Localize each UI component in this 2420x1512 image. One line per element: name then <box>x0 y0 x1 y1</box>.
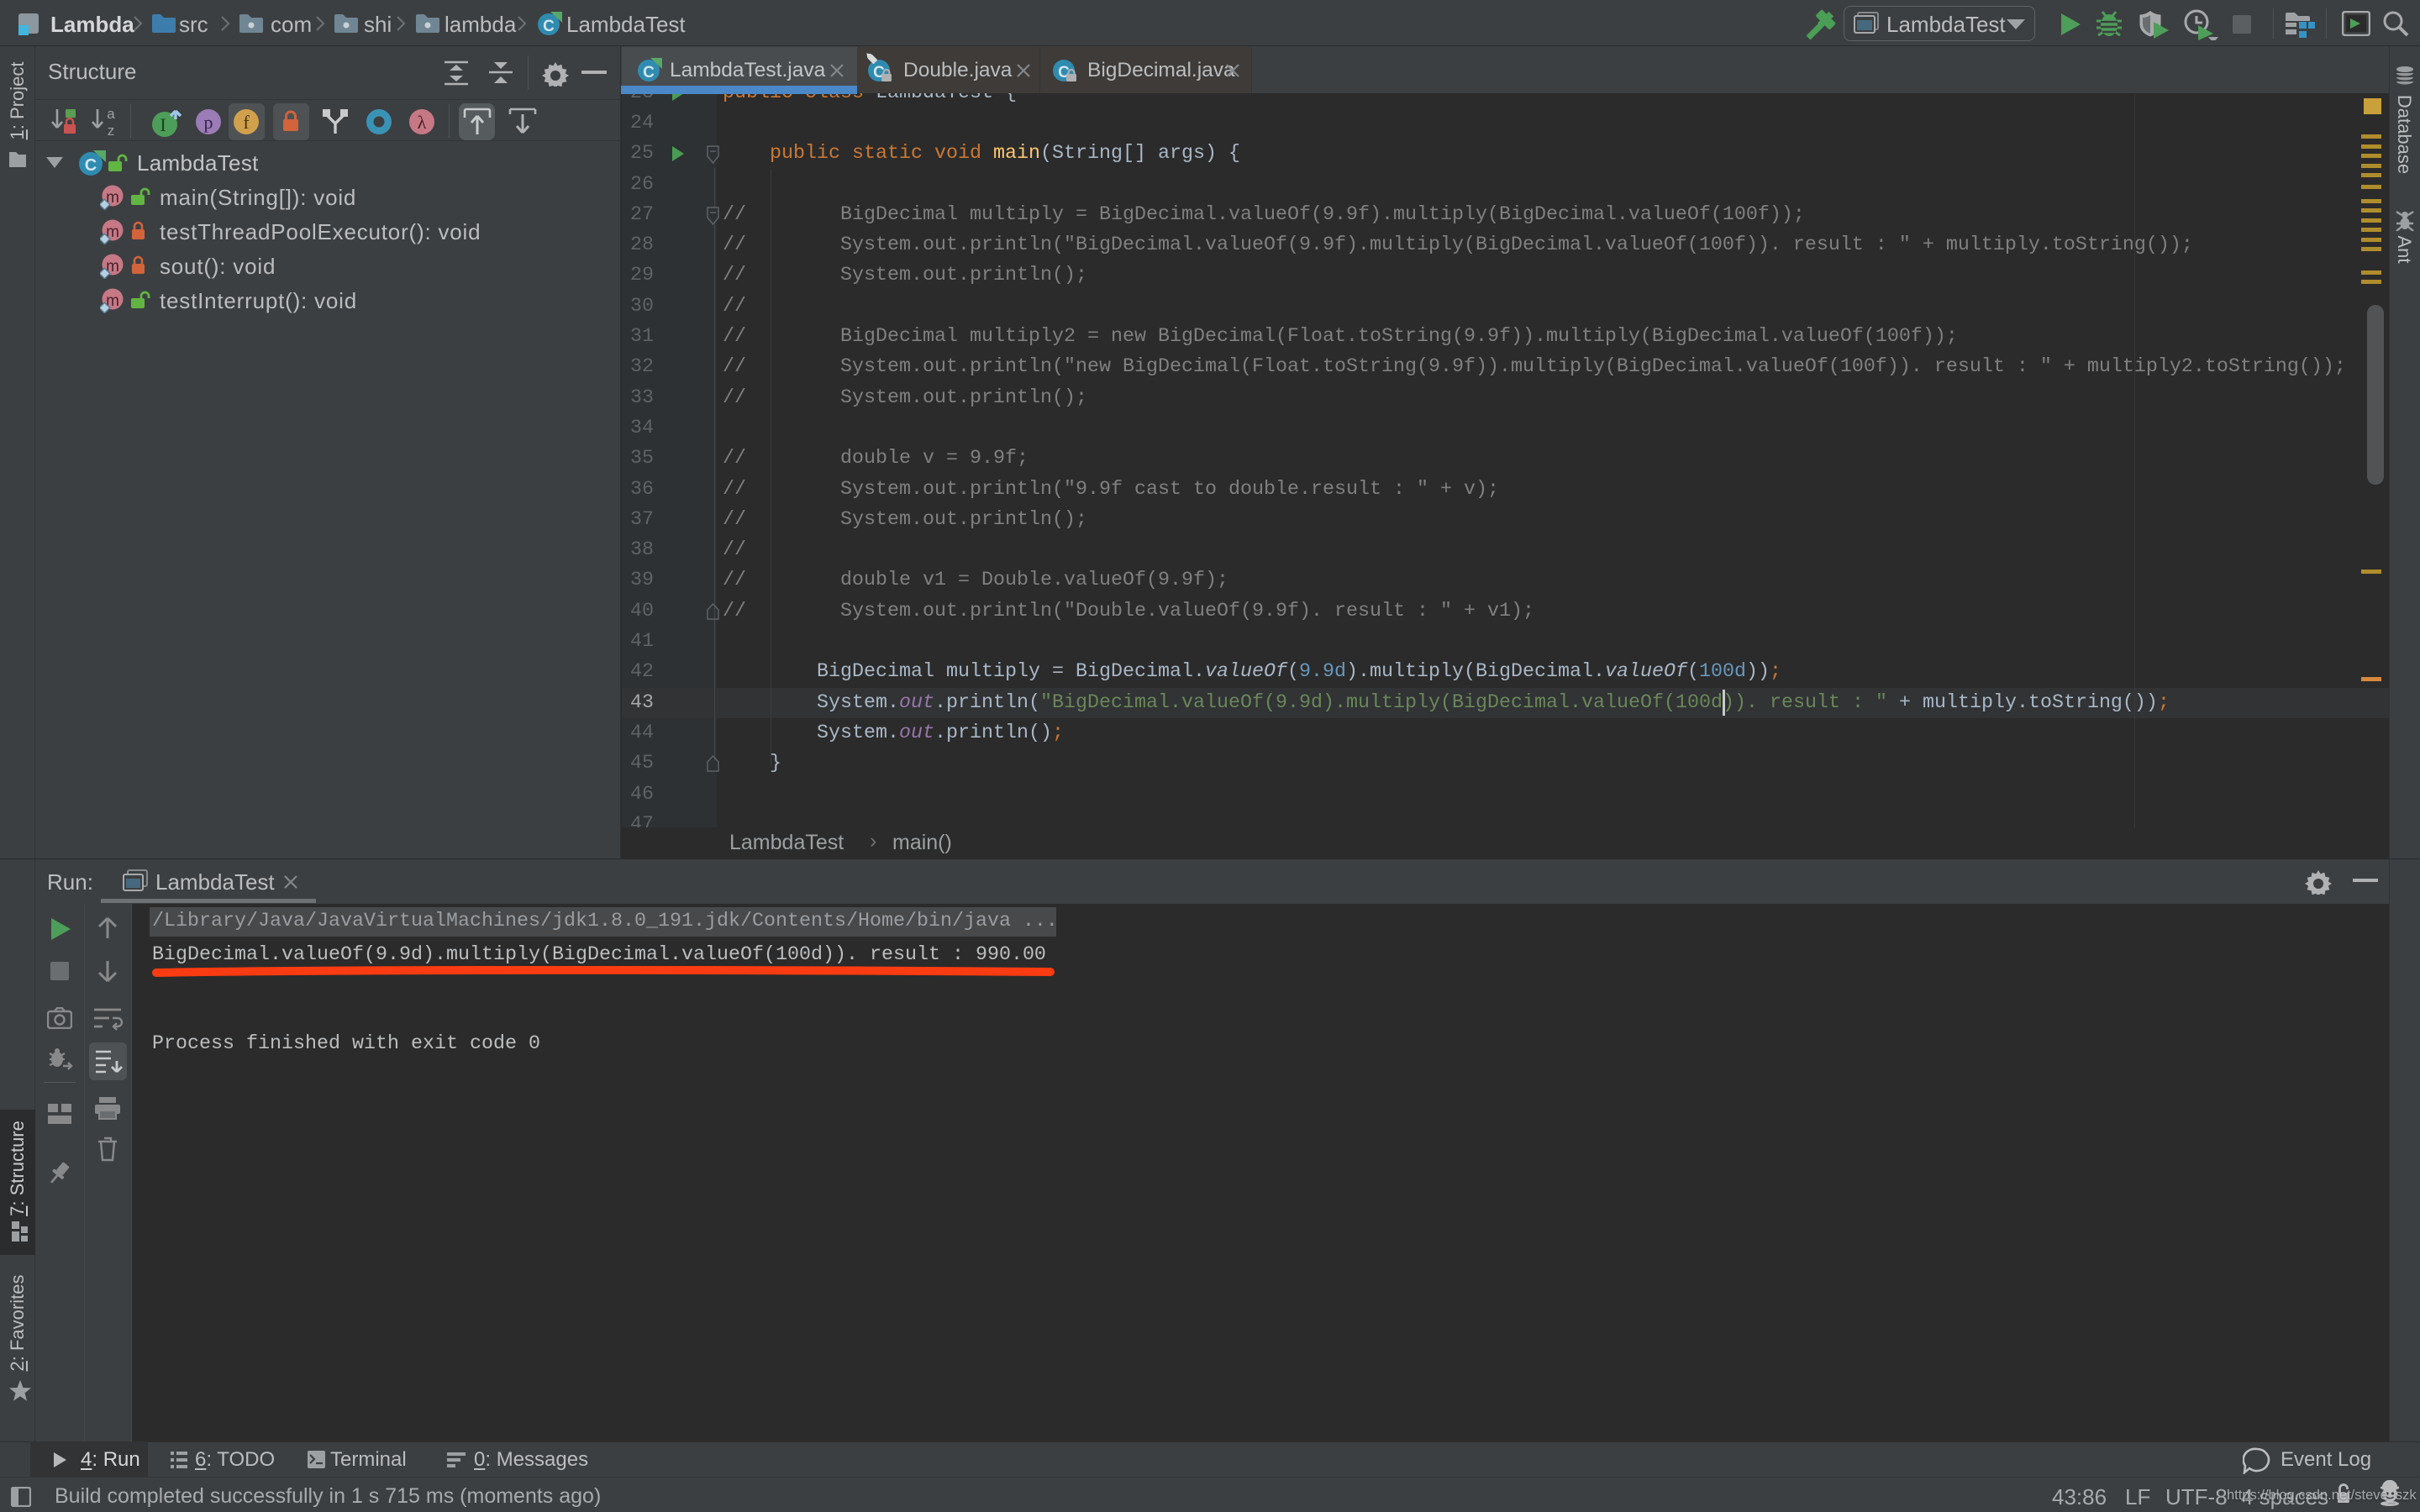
svg-text:I: I <box>160 114 166 135</box>
svg-text:C: C <box>85 156 97 175</box>
svg-text:f: f <box>243 112 250 133</box>
svg-text:a: a <box>107 108 115 122</box>
svg-text:λ: λ <box>418 112 427 133</box>
svg-text:z: z <box>108 123 115 138</box>
svg-text:C: C <box>543 18 555 35</box>
svg-text:C: C <box>643 64 655 81</box>
svg-text:p: p <box>204 112 213 133</box>
